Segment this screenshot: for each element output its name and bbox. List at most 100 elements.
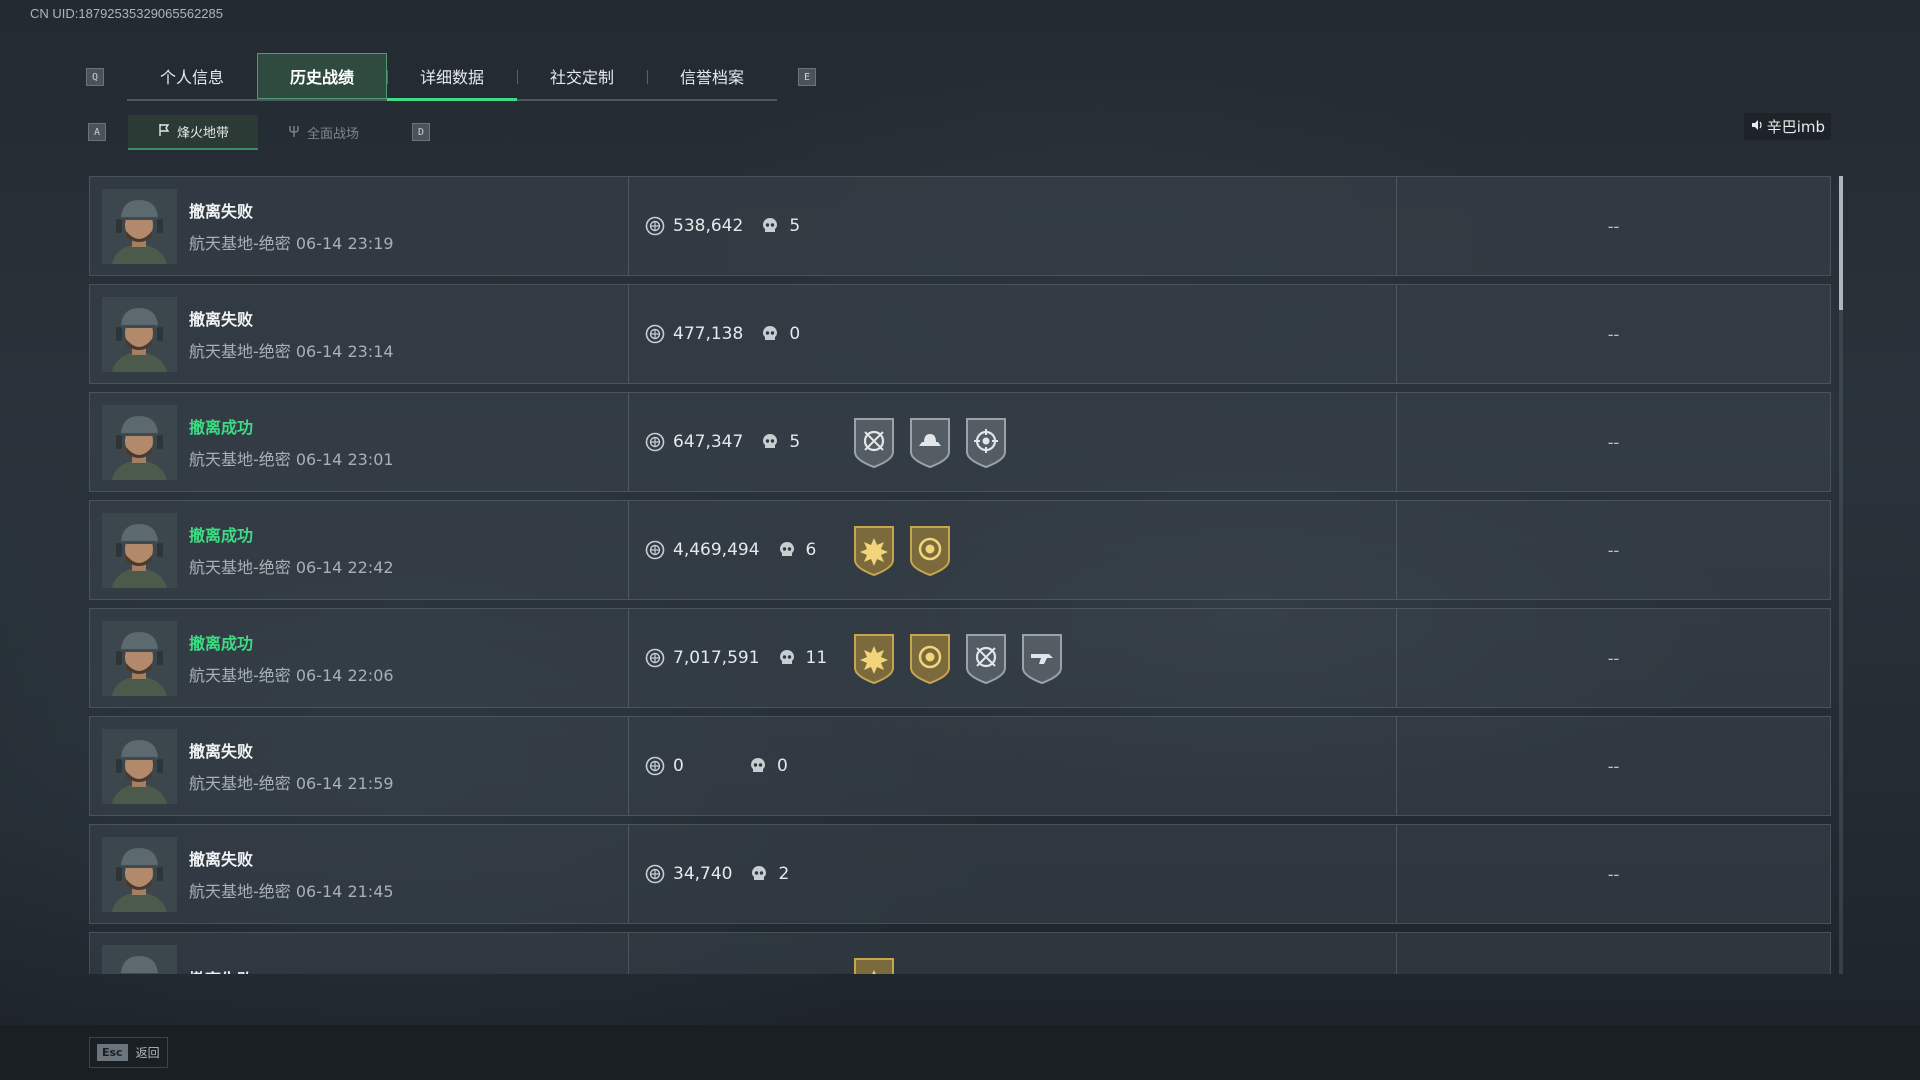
operator-avatar — [102, 296, 177, 372]
trident-icon — [287, 124, 301, 142]
silver-crosshair-medal-icon[interactable] — [852, 416, 896, 470]
loot-value-text: 34,740 — [673, 864, 733, 884]
match-extra-cell: -- — [1607, 216, 1620, 236]
extraction-result: 撤离失败 — [189, 742, 254, 761]
kill-count: 6 — [778, 540, 817, 560]
loot-value-text: 4,469,494 — [673, 540, 760, 560]
skull-icon — [750, 864, 768, 884]
operator-avatar — [102, 512, 177, 588]
tab-detailed-data[interactable]: 详细数据 — [387, 53, 517, 99]
coin-icon — [645, 540, 665, 560]
match-row[interactable]: 撤离失败 — [89, 932, 1831, 974]
coin-icon — [645, 864, 665, 884]
kill-count-text: 6 — [805, 540, 817, 560]
tab-personal-info[interactable]: 个人信息 — [127, 53, 257, 99]
match-summary-cell: 撤离失败 航天基地-绝密 06-14 23:14 — [90, 285, 629, 383]
skull-icon — [761, 432, 779, 452]
gold-burst-medal-icon[interactable] — [852, 956, 896, 974]
silver-target-medal-icon[interactable] — [964, 416, 1008, 470]
match-row[interactable]: 撤离失败 航天基地-绝密 06-14 21:59 0 0 -- — [89, 716, 1831, 816]
extraction-result: 撤离失败 — [189, 966, 253, 974]
match-summary-cell: 撤离失败航天基地-绝密 06-14 23:19 — [90, 177, 629, 275]
skull-icon — [749, 756, 767, 776]
match-row[interactable]: 撤离成功 航天基地-绝密 06-14 22:06 7,017,591 11 -- — [89, 608, 1831, 708]
match-stats-cell: 4,469,494 6 — [629, 501, 1397, 599]
back-button[interactable]: Esc 返回 — [89, 1037, 168, 1068]
match-stats-cell: 34,740 2 — [629, 825, 1397, 923]
gold-burst-medal-icon[interactable] — [852, 632, 896, 686]
match-row[interactable]: 撤离失败 航天基地-绝密 06-14 21:45 34,740 2 -- — [89, 824, 1831, 924]
kill-count: 2 — [750, 864, 789, 884]
match-summary-cell: 撤离成功航天基地-绝密 06-14 22:06 — [90, 609, 629, 707]
silver-crosshair-medal-icon[interactable] — [964, 632, 1008, 686]
next-mode-key-hint: D — [412, 123, 430, 141]
kill-count: 0 — [749, 756, 788, 776]
match-text: 撤离失败航天基地-绝密 06-14 23:19 — [189, 198, 394, 254]
map-and-time: 航天基地-绝密 06-14 23:14 — [189, 342, 394, 361]
subtab-full-battlefield[interactable]: 全面战场 — [258, 115, 388, 150]
kill-count: 11 — [778, 648, 827, 668]
match-summary-cell: 撤离成功航天基地-绝密 06-14 23:01 — [90, 393, 629, 491]
kill-count-text: 0 — [777, 756, 788, 776]
match-summary-cell: 撤离成功 航天基地-绝密 06-14 22:42 — [90, 501, 629, 599]
match-extra-cell: -- — [1607, 756, 1620, 776]
silver-hat-medal-icon[interactable] — [908, 416, 952, 470]
map-and-time: 航天基地-绝密 06-14 21:45 — [189, 882, 394, 901]
extraction-result: 撤离失败 — [189, 202, 254, 221]
map-and-time: 航天基地-绝密 06-14 23:01 — [189, 450, 394, 469]
coin-icon — [645, 432, 665, 452]
tab-reputation-file[interactable]: 信誉档案 — [647, 53, 777, 99]
scrollbar-thumb[interactable] — [1839, 176, 1843, 310]
match-row[interactable]: 撤离失败 航天基地-绝密 06-14 23:14 477,138 0 -- — [89, 284, 1831, 384]
extraction-result: 撤离成功 — [189, 526, 254, 545]
back-label: 返回 — [135, 1046, 160, 1060]
tab-match-history[interactable]: 历史战绩 — [257, 53, 387, 99]
match-extra-cell: -- — [1607, 540, 1620, 560]
tab-social-custom[interactable]: 社交定制 — [517, 53, 647, 99]
list-scrollbar[interactable] — [1839, 176, 1843, 974]
player-name: 辛巴imb — [1766, 118, 1825, 136]
skull-icon — [778, 648, 796, 668]
gold-coin-medal-icon[interactable] — [908, 632, 952, 686]
match-stats-cell: 00 — [629, 717, 1397, 815]
match-text: 撤离失败航天基地-绝密 06-14 21:59 — [189, 738, 394, 794]
tab-hover-underline — [387, 98, 517, 101]
match-text: 撤离成功航天基地-绝密 06-14 22:06 — [189, 630, 394, 686]
loot-value-text: 0 — [673, 756, 684, 776]
loot-value-text: 538,642 — [673, 216, 744, 236]
gold-burst-medal-icon[interactable] — [852, 524, 896, 578]
match-text: 撤离成功航天基地-绝密 06-14 23:01 — [189, 414, 394, 470]
subtab-beacon-zone[interactable]: 烽火地带 — [128, 115, 258, 150]
gold-coin-medal-icon[interactable] — [908, 524, 952, 578]
next-tab-key-hint: E — [798, 68, 816, 86]
prev-tab-key-hint: Q — [86, 68, 104, 86]
medal-list — [852, 956, 896, 974]
kill-count-text: 2 — [778, 864, 790, 884]
loot-value: 34,740 — [645, 864, 732, 884]
extraction-result: 撤离成功 — [189, 634, 254, 653]
silver-gun-medal-icon[interactable] — [1020, 632, 1064, 686]
operator-avatar — [102, 620, 177, 696]
match-stats-cell: 647,347 5 — [629, 393, 1397, 491]
match-stats-cell: 477,138 0 — [629, 285, 1397, 383]
kill-count-text: 0 — [789, 324, 801, 344]
uid-label: CN UID:18792535329065562285 — [30, 6, 223, 21]
kill-count-text: 5 — [789, 216, 801, 236]
map-and-time: 航天基地-绝密 06-14 22:06 — [189, 666, 394, 685]
prev-mode-key-hint: A — [88, 123, 106, 141]
loot-value: 477,138 — [645, 324, 743, 344]
match-row[interactable]: 撤离成功 航天基地-绝密 06-14 22:42 4,469,494 6 -- — [89, 500, 1831, 600]
map-and-time: 航天基地-绝密 06-14 21:59 — [189, 774, 394, 793]
match-row[interactable]: 撤离成功 航天基地-绝密 06-14 23:01 647,347 5 -- — [89, 392, 1831, 492]
map-and-time: 航天基地-绝密 06-14 23:19 — [189, 234, 394, 253]
match-extra-cell — [1397, 933, 1830, 974]
match-row[interactable]: 撤离失败航天基地-绝密 06-14 23:19 538,642 5 -- — [89, 176, 1831, 276]
match-text: 撤离失败 航天基地-绝密 06-14 23:14 — [189, 306, 394, 362]
skull-icon — [761, 324, 779, 344]
medal-list — [852, 524, 952, 578]
extraction-result: 撤离成功 — [189, 418, 254, 437]
match-text: 撤离失败 航天基地-绝密 06-14 21:45 — [189, 846, 394, 902]
match-summary-cell: 撤离失败 — [90, 933, 629, 974]
operator-avatar — [102, 944, 177, 974]
loot-value: 647,347 — [645, 432, 743, 452]
